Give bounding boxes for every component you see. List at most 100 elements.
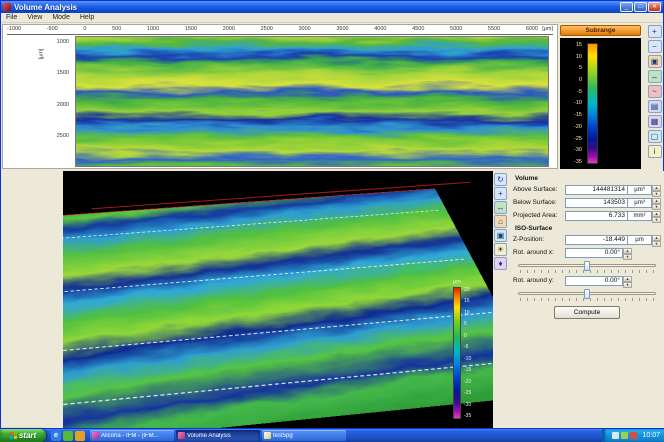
- network-icon[interactable]: [612, 432, 620, 439]
- x-tick-label: 0: [83, 26, 87, 32]
- slider-ticks: [520, 298, 654, 301]
- close-button[interactable]: ✕: [648, 2, 661, 12]
- surface-heightmap-2d[interactable]: [75, 36, 549, 167]
- subrange-tick-label: 10: [575, 53, 582, 60]
- below-surface-unit[interactable]: µm³: [628, 197, 652, 208]
- snapshot-icon[interactable]: ▣: [494, 229, 507, 242]
- render-settings-icon[interactable]: ♦: [494, 257, 507, 270]
- compute-button[interactable]: Compute: [554, 306, 620, 319]
- task-button-test5pg[interactable]: test5pg: [262, 430, 346, 441]
- projected-area-value[interactable]: 6.733: [565, 210, 628, 221]
- task-button-volume-analysis[interactable]: Volume Analysis: [176, 430, 260, 441]
- color-palette-icon[interactable]: ▦: [647, 115, 662, 128]
- y-ruler: 1000 1500 2000 2500: [49, 39, 71, 139]
- z-position-spinner[interactable]: ▲ ▼: [652, 234, 661, 247]
- subrange-tick-label: -5: [577, 88, 582, 95]
- above-surface-unit[interactable]: µm³: [628, 184, 652, 195]
- menu-item[interactable]: Mode: [47, 13, 75, 23]
- rotation-y-value[interactable]: 0.00°: [565, 275, 623, 286]
- volume-section-header: Volume: [515, 175, 538, 182]
- colorbar-ticks: 20 15 10 5 0 -5 -10 -15 -20 -25 -30 -35: [464, 287, 471, 419]
- height-colorbar-3d: µm 20 15 10 5 0 -5 -10 -15 -20 -25 -30 -35: [453, 279, 487, 421]
- menu-item[interactable]: File: [1, 13, 22, 23]
- rotate-3d-icon[interactable]: ↻: [494, 173, 507, 186]
- clock: 10:07: [642, 432, 660, 439]
- minimize-button[interactable]: _: [620, 2, 633, 12]
- x-tick-label: 4000: [374, 26, 387, 32]
- tray-icons: [612, 432, 638, 439]
- app-icon: [3, 3, 11, 11]
- subrange-button[interactable]: Subrange: [560, 25, 641, 36]
- y-tick-label: 1500: [56, 70, 69, 77]
- x-tick-label: 4500: [412, 26, 425, 32]
- x-tick-label: 2500: [260, 26, 273, 32]
- menu-item[interactable]: View: [22, 13, 47, 23]
- spinner-down-icon[interactable]: ▼: [652, 240, 661, 247]
- colorbar-tick-label: -20: [464, 378, 472, 385]
- alert-icon[interactable]: [630, 432, 638, 439]
- rotation-x-slider[interactable]: [518, 260, 656, 273]
- info-icon[interactable]: i: [647, 145, 662, 158]
- above-surface-value[interactable]: 144481314: [565, 184, 628, 195]
- colorbar-tick-label: 0: [464, 332, 467, 339]
- spinner-down-icon[interactable]: ▼: [652, 203, 661, 210]
- projected-area-unit[interactable]: mm²: [628, 210, 652, 221]
- subrange-tool-icon[interactable]: ▤: [647, 100, 662, 113]
- internet-explorer-icon[interactable]: e: [51, 430, 61, 441]
- media-player-icon[interactable]: [75, 430, 85, 441]
- x-tick-label: 3500: [336, 26, 349, 32]
- pan-3d-icon[interactable]: ↔: [494, 201, 507, 214]
- subrange-tick-label: -35: [574, 158, 582, 165]
- reset-view-icon[interactable]: ⌂: [494, 215, 507, 228]
- colorbar-tick-label: -30: [464, 401, 472, 408]
- volume-icon[interactable]: [621, 432, 629, 439]
- subrange-tick-label: 15: [575, 42, 582, 48]
- zoom-out-icon[interactable]: −: [647, 40, 662, 53]
- z-position-unit[interactable]: µm: [628, 234, 652, 245]
- surface-3d-view[interactable]: 2.2×10mm µm 20 15 10 5 0 -5 -10 -15 -20 -25 -30 -35: [63, 171, 493, 428]
- above-surface-unit-spinner[interactable]: ▲ ▼: [652, 184, 661, 197]
- rotation-y-row: Rot. around y: 0.00° ▲ ▼: [513, 275, 661, 288]
- projected-area-unit-spinner[interactable]: ▲ ▼: [652, 210, 661, 223]
- below-surface-value[interactable]: 143503: [565, 197, 628, 208]
- screen: Volume Analysis _ □ ✕ File View Mode Help -…: [0, 0, 664, 442]
- zoom-3d-icon[interactable]: +: [494, 187, 507, 200]
- spinner-down-icon[interactable]: ▼: [652, 216, 661, 223]
- window-title: Volume Analysis: [14, 2, 78, 12]
- zoom-in-icon[interactable]: +: [647, 25, 662, 38]
- app-icon: [264, 432, 271, 439]
- profile-line-icon[interactable]: ~: [647, 85, 662, 98]
- right-toolbar: + − ▣ ↔ ~ ▤ ▦ ▢ i: [646, 24, 663, 169]
- below-surface-row: Below Surface: 143503 µm³ ▲ ▼: [513, 197, 661, 210]
- subrange-tick-label: -15: [574, 112, 582, 119]
- z-position-value[interactable]: -18.449: [565, 234, 628, 245]
- rotation-x-spinner[interactable]: ▲ ▼: [623, 247, 632, 260]
- task-button-alicona[interactable]: Alicona - IFM - [IFM...: [90, 430, 174, 441]
- spinner-down-icon[interactable]: ▼: [623, 281, 632, 288]
- rotation-x-value[interactable]: 0.00°: [565, 247, 623, 258]
- maximize-button[interactable]: □: [634, 2, 647, 12]
- x-tick-label: -500: [46, 26, 58, 32]
- title-bar: Volume Analysis _ □ ✕: [1, 1, 663, 13]
- colorbar-tick-label: -35: [464, 412, 472, 419]
- zoom-fit-icon[interactable]: ▣: [647, 55, 662, 68]
- rotation-y-spinner[interactable]: ▲ ▼: [623, 275, 632, 288]
- spinner-down-icon[interactable]: ▼: [652, 190, 661, 197]
- volume-analysis-window: Volume Analysis _ □ ✕ File View Mode Help -…: [0, 0, 664, 429]
- rotation-y-slider[interactable]: [518, 288, 656, 301]
- below-surface-unit-spinner[interactable]: ▲ ▼: [652, 197, 661, 210]
- surface-3d-mesh: [63, 188, 493, 428]
- screenshot-icon[interactable]: ▢: [647, 130, 662, 143]
- show-desktop-icon[interactable]: [63, 430, 73, 441]
- projected-area-label: Projected Area:: [513, 212, 558, 219]
- colorbar-tick-label: 20: [464, 287, 470, 293]
- move-view-icon[interactable]: ↔: [647, 70, 662, 83]
- x-tick-label: 3000: [298, 26, 311, 32]
- light-icon[interactable]: ☀: [494, 243, 507, 256]
- menu-item[interactable]: Help: [75, 13, 99, 23]
- start-button[interactable]: start: [0, 429, 46, 442]
- rotation-y-label: Rot. around y:: [513, 277, 554, 284]
- spinner-down-icon[interactable]: ▼: [623, 253, 632, 260]
- subrange-tick-label: -30: [574, 147, 582, 154]
- subrange-panel: Subrange 15 10 5 0 -5 -10 -15 -20 -25 -30 -35: [559, 24, 644, 169]
